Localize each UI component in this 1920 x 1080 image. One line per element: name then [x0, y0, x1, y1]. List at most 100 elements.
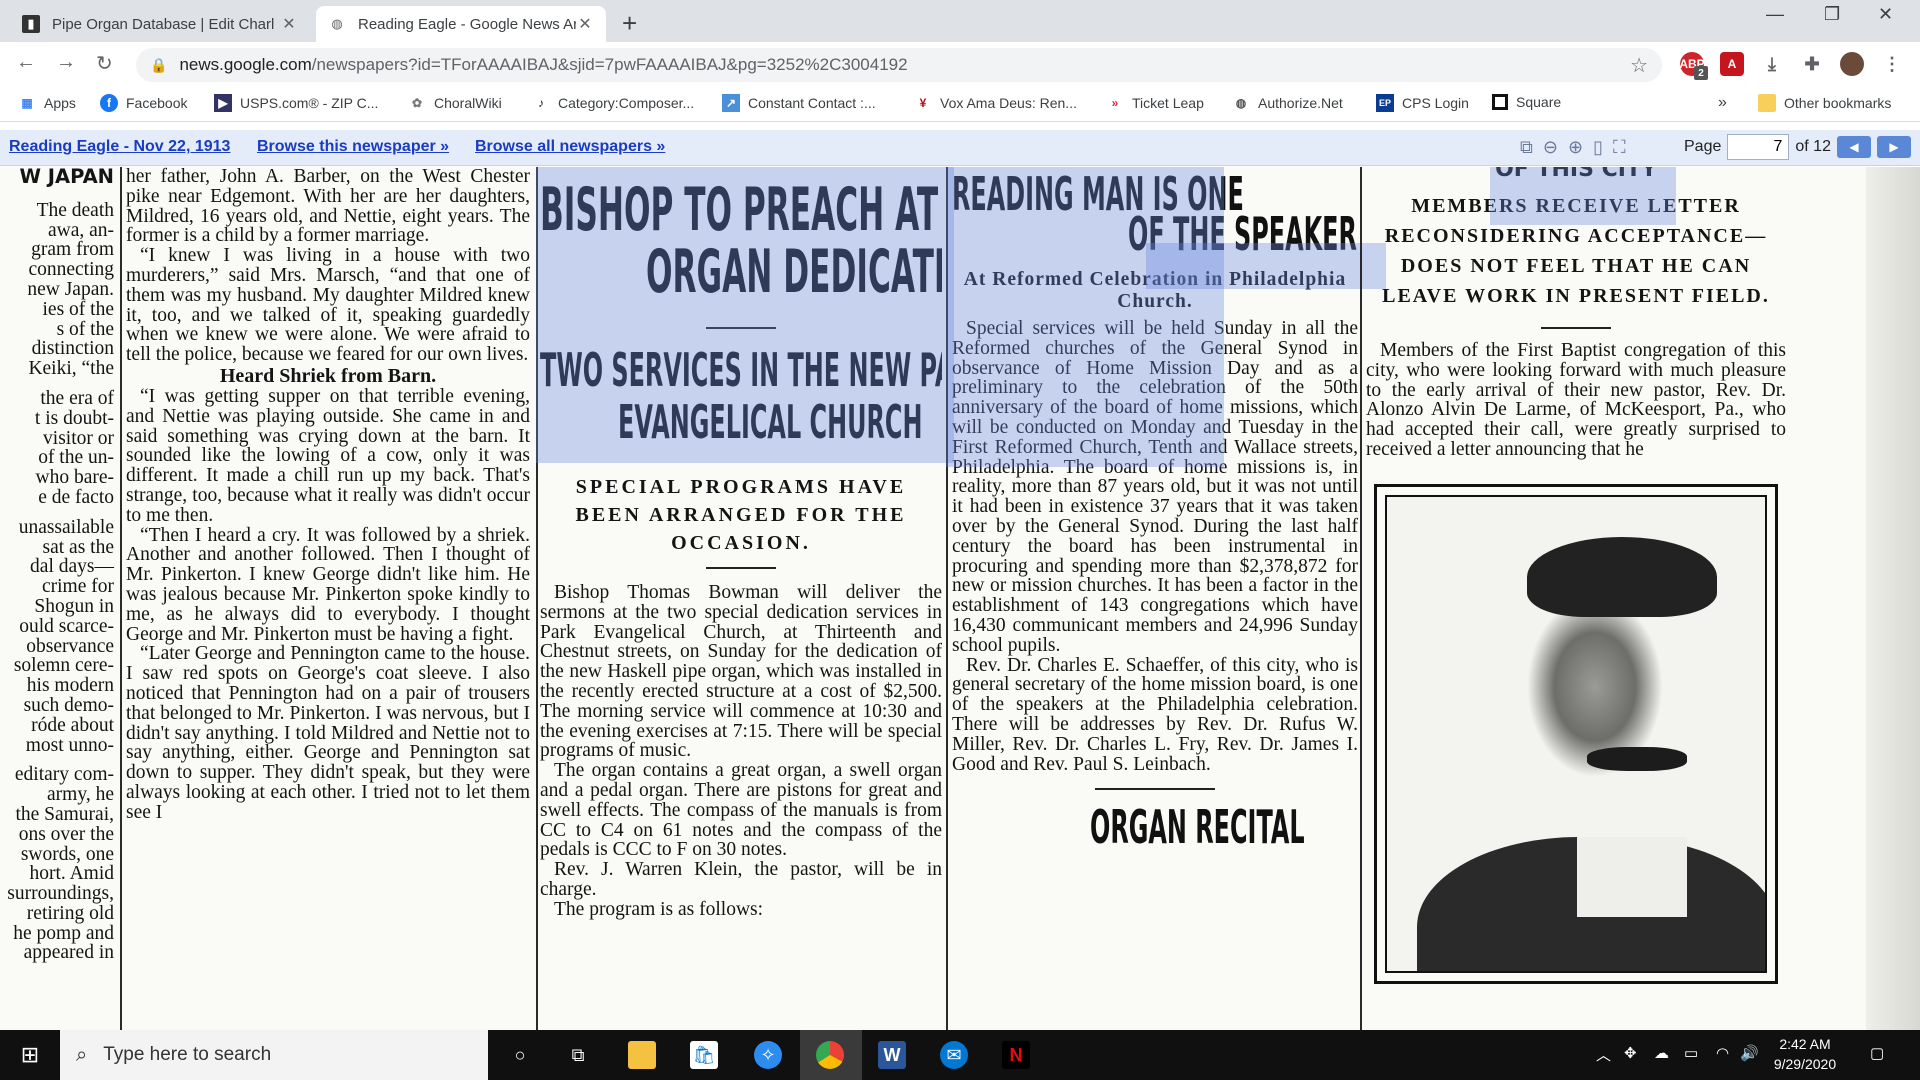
- bookmark-cps-login[interactable]: EP CPS Login: [1376, 94, 1469, 112]
- bookmark-apps[interactable]: ▦ Apps: [18, 94, 76, 112]
- fit-page-icon[interactable]: ▯: [1593, 137, 1603, 158]
- word-icon[interactable]: W: [878, 1041, 906, 1069]
- address-bar[interactable]: 🔒 news.google.com/newspapers?id=TForAAAA…: [136, 48, 1662, 82]
- windows-start-icon[interactable]: ⊞: [16, 1041, 44, 1069]
- netflix-icon[interactable]: N: [1002, 1041, 1030, 1069]
- system-clock[interactable]: 2:42 AM 9/29/2020: [1760, 1034, 1850, 1074]
- store-icon[interactable]: 🛍: [690, 1041, 718, 1069]
- browse-all-newspapers-link[interactable]: Browse all newspapers »: [475, 138, 665, 156]
- bookmark-category-composer[interactable]: ♪ Category:Composer...: [532, 94, 694, 112]
- baptist-article-column: OF THIS CITY MEMBERS RECEIVE LETTER RECO…: [1366, 167, 1786, 1030]
- section-divider: [1541, 327, 1611, 329]
- search-placeholder: Type here to search: [103, 1044, 272, 1065]
- file-explorer-icon[interactable]: [628, 1041, 656, 1069]
- cps-icon: EP: [1376, 94, 1394, 112]
- bookmark-authorize-net[interactable]: ◍ Authorize.Net: [1232, 94, 1343, 112]
- profile-avatar[interactable]: [1840, 52, 1864, 76]
- back-arrow-icon[interactable]: ←: [16, 51, 36, 74]
- search-highlight: [1146, 243, 1386, 289]
- paragraph: Rev. J. Warren Klein, the pastor, will b…: [540, 859, 942, 900]
- text-line: unassailable: [18, 516, 114, 538]
- fullscreen-icon[interactable]: ⛶: [1613, 137, 1626, 158]
- paragraph: The organ contains a great organ, a swel…: [540, 760, 942, 861]
- bookmark-label: Square: [1516, 94, 1562, 110]
- bookmarks-overflow-button[interactable]: »: [1718, 94, 1727, 112]
- dropbox-icon[interactable]: ✥: [1624, 1044, 1637, 1062]
- search-highlight: [1490, 167, 1676, 225]
- volume-icon[interactable]: 🔊: [1740, 1044, 1759, 1062]
- cortana-icon[interactable]: ○: [506, 1041, 534, 1069]
- page-total: of 12: [1795, 138, 1831, 155]
- bookmark-usps[interactable]: ▶ USPS.com® - ZIP C...: [214, 94, 378, 112]
- close-window-icon[interactable]: ✕: [1878, 4, 1893, 25]
- acrobat-icon[interactable]: A: [1720, 52, 1744, 76]
- taskbar-search-box[interactable]: ⌕ Type here to search: [60, 1030, 488, 1080]
- constant-contact-icon: ↗: [722, 94, 740, 112]
- reload-icon[interactable]: ↻: [96, 51, 113, 76]
- clip-icon[interactable]: ⧉: [1520, 137, 1533, 158]
- bookmark-constant-contact[interactable]: ↗ Constant Contact :...: [722, 94, 876, 112]
- issue-date-link[interactable]: Reading Eagle - Nov 22, 1913: [9, 138, 230, 156]
- clock-time: 2:42 AM: [1779, 1036, 1831, 1052]
- bookmark-label: Authorize.Net: [1258, 95, 1343, 111]
- bookmark-square[interactable]: Square: [1492, 94, 1561, 110]
- close-tab-icon[interactable]: ✕: [576, 14, 594, 34]
- zoom-in-icon[interactable]: ⊕: [1568, 137, 1583, 158]
- paragraph: Rev. Dr. Charles E. Schaeffer, of this c…: [952, 654, 1358, 775]
- lock-icon: 🔒: [150, 56, 168, 73]
- notifications-icon[interactable]: ▢: [1870, 1044, 1884, 1062]
- tab-pipe-organ-database[interactable]: ▮ Pipe Organ Database | Edit Charl ✕: [10, 6, 310, 42]
- text-line: distinction: [31, 338, 114, 360]
- bookmark-vox-ama-deus[interactable]: ¥ Vox Ama Deus: Ren...: [914, 94, 1077, 112]
- other-bookmarks-folder[interactable]: Other bookmarks: [1758, 94, 1891, 112]
- bookmark-facebook[interactable]: f Facebook: [100, 94, 187, 112]
- text-line: e de facto: [38, 486, 114, 508]
- page-label: Page: [1684, 138, 1722, 155]
- scan-edge: [1866, 167, 1920, 1030]
- bookmark-ticket-leap[interactable]: » Ticket Leap: [1106, 94, 1204, 112]
- text-line: retiring old: [26, 902, 114, 924]
- onedrive-icon[interactable]: ☁: [1654, 1044, 1669, 1062]
- search-highlight: [536, 167, 954, 463]
- page-number-input[interactable]: [1727, 134, 1790, 160]
- tab-title: Pipe Organ Database | Edit Charl: [52, 15, 275, 33]
- tray-chevron-icon[interactable]: ︿: [1596, 1044, 1611, 1065]
- safari-compass-icon[interactable]: ✧: [754, 1041, 782, 1069]
- portrait-image: [1385, 494, 1767, 973]
- wifi-icon[interactable]: ◠: [1716, 1044, 1729, 1062]
- chrome-icon[interactable]: [816, 1041, 844, 1069]
- portrait-collar: [1577, 836, 1687, 917]
- zoom-out-icon[interactable]: ⊖: [1543, 137, 1558, 158]
- section-divider: [1095, 788, 1215, 791]
- next-page-button[interactable]: ▶: [1876, 136, 1911, 158]
- task-view-icon[interactable]: ⧉: [564, 1041, 592, 1069]
- messaging-icon[interactable]: ✉: [940, 1041, 968, 1069]
- text-line: he pomp and: [13, 922, 114, 944]
- menu-kebab-icon[interactable]: ⋮: [1880, 52, 1904, 76]
- download-icon[interactable]: ⤓: [1760, 52, 1784, 76]
- bookmark-label: Ticket Leap: [1132, 95, 1204, 111]
- extensions-puzzle-icon[interactable]: ✚: [1800, 52, 1824, 76]
- minimize-icon[interactable]: —: [1766, 4, 1784, 25]
- tab-reading-eagle[interactable]: ◍ Reading Eagle - Google News Ar ✕: [316, 6, 606, 42]
- bookmark-choralwiki[interactable]: ✿ ChoralWiki: [408, 94, 502, 112]
- bookmark-label: Constant Contact :...: [748, 95, 876, 111]
- newspaper-page[interactable]: W JAPAN The death awa, an-gram from connect…: [0, 167, 1920, 1030]
- bookmark-star-icon[interactable]: ☆: [1630, 53, 1648, 78]
- taskbar: ⊞ ⌕ Type here to search ○ ⧉ 🛍 ✧ W ✉ N ︿ …: [0, 1030, 1920, 1080]
- maximize-icon[interactable]: ❐: [1824, 4, 1840, 25]
- text-line: gram from: [31, 239, 114, 261]
- portrait-hair: [1527, 536, 1717, 617]
- paragraph: Members of the First Baptist congregatio…: [1366, 340, 1786, 460]
- text-line: his modern: [26, 675, 114, 697]
- forward-arrow-icon[interactable]: →: [56, 51, 76, 74]
- previous-page-button[interactable]: ◀: [1836, 136, 1871, 158]
- bookmark-label: Facebook: [126, 95, 188, 111]
- close-tab-icon[interactable]: ✕: [280, 14, 298, 34]
- tab-title: Reading Eagle - Google News Ar: [358, 15, 576, 33]
- battery-icon[interactable]: ▭: [1684, 1044, 1698, 1062]
- browse-this-newspaper-link[interactable]: Browse this newspaper »: [257, 138, 449, 156]
- text-line: ies of the: [42, 298, 114, 320]
- paragraph: “Later George and Pennington came to the…: [126, 643, 530, 823]
- new-tab-button[interactable]: +: [622, 8, 637, 39]
